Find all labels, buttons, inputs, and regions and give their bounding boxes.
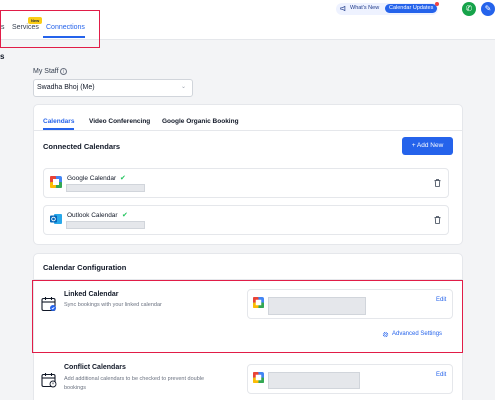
google-calendar-icon: [253, 372, 264, 383]
tab-google-organic-booking[interactable]: Google Organic Booking: [162, 118, 239, 125]
outlook-calendar-icon: [50, 214, 62, 224]
conflict-calendar-icon: [41, 373, 57, 388]
info-icon[interactable]: i: [60, 68, 67, 75]
google-account-redacted: [66, 184, 145, 192]
tab-calendars[interactable]: Calendars: [43, 118, 74, 125]
quick-edit-button[interactable]: ✎: [481, 2, 495, 16]
phone-button[interactable]: ✆: [462, 2, 476, 16]
whats-new-label[interactable]: What's New: [350, 5, 379, 11]
conflict-calendars-subtitle-line2: bookings: [64, 385, 87, 391]
verified-check-icon: ✔: [120, 175, 126, 182]
google-calendar-name: Google Calendar: [67, 175, 117, 182]
connected-calendar-row-google: [43, 168, 449, 198]
add-new-button[interactable]: + Add New: [402, 137, 453, 155]
connected-calendar-row-outlook: [43, 205, 449, 235]
my-staff-label: My Staff: [33, 68, 59, 75]
conflict-calendars-title: Conflict Calendars: [64, 364, 126, 371]
tab-video-conferencing[interactable]: Video Conferencing: [89, 118, 150, 125]
connected-calendars-title: Connected Calendars: [43, 142, 121, 151]
pencil-icon: ✎: [484, 4, 492, 13]
highlight-box-nav: [0, 10, 100, 48]
trash-icon[interactable]: [434, 216, 441, 224]
staff-select-value: Swadha Bhoj (Me): [37, 84, 95, 91]
megaphone-icon: [340, 5, 346, 12]
calendar-configuration-title: Calendar Configuration: [43, 263, 127, 272]
outlook-account-redacted: [66, 221, 145, 229]
phone-icon: ✆: [465, 4, 473, 13]
conflict-account-redacted: [268, 372, 360, 389]
conflict-calendar-edit-link[interactable]: Edit: [436, 372, 446, 378]
outlook-calendar-name: Outlook Calendar: [67, 212, 118, 219]
tab-divider: [33, 130, 463, 131]
google-calendar-icon: [50, 176, 62, 188]
chevron-down-icon: ⌄: [181, 84, 187, 90]
calendar-updates-badge[interactable]: Calendar Updates: [385, 4, 438, 13]
conflict-calendars-subtitle-line1: Add additional calendars to be checked t…: [64, 376, 205, 382]
trash-icon[interactable]: [434, 179, 441, 187]
highlight-box-linked-calendar: [32, 280, 463, 353]
verified-check-icon: ✔: [122, 212, 128, 219]
page-title-truncated: s: [0, 52, 5, 61]
notification-dot: [435, 2, 439, 6]
